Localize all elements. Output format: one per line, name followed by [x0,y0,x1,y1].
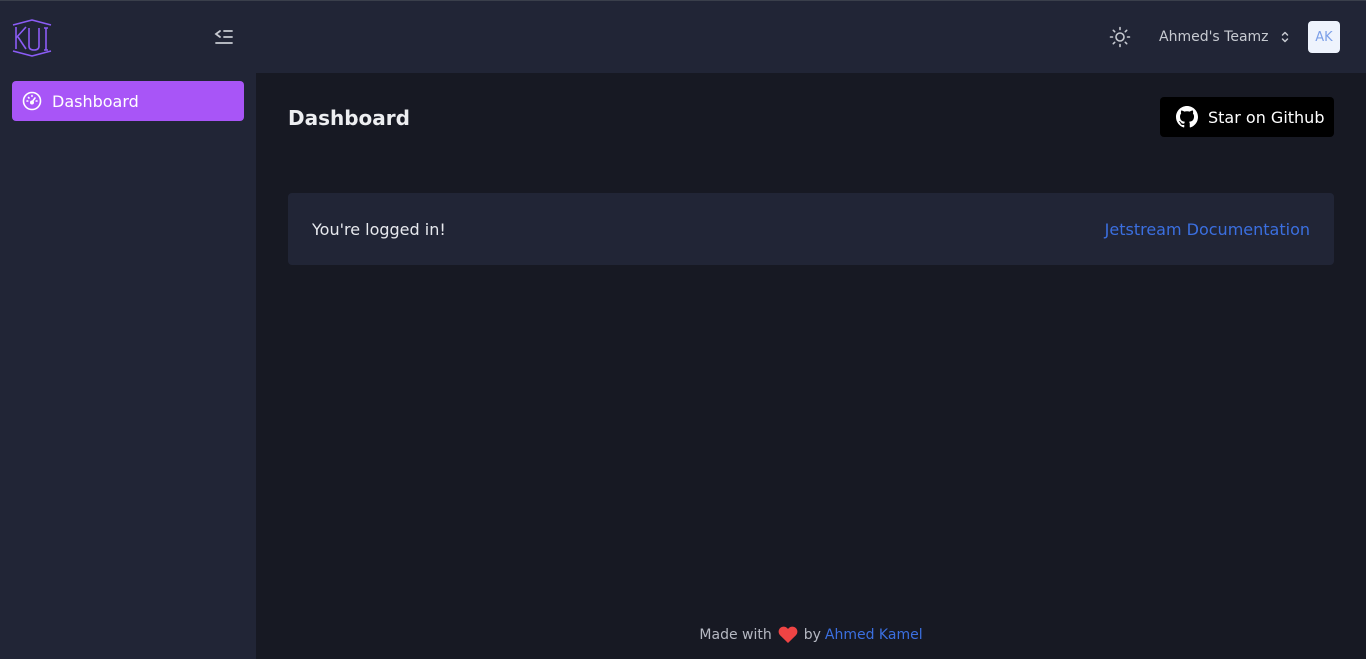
footer: Made with by Ahmed Kamel [256,623,1366,647]
welcome-card: You're logged in! Jetstream Documentatio… [288,193,1334,265]
sidebar-item-dashboard[interactable]: Dashboard [12,81,244,121]
author-link[interactable]: Ahmed Kamel [825,627,923,643]
menu-collapse-icon [214,29,234,45]
page-title: Dashboard [288,106,410,130]
topbar: Ahmed's Teamz AK [256,1,1366,73]
sidebar: Dashboard [0,1,256,659]
github-icon [1176,106,1198,128]
sidebar-item-label: Dashboard [52,91,139,111]
team-name: Ahmed's Teamz [1159,29,1269,45]
team-switcher[interactable]: Ahmed's Teamz [1159,25,1292,49]
star-on-github-button[interactable]: Star on Github [1160,97,1334,137]
github-button-label: Star on Github [1208,107,1325,127]
kui-logo[interactable] [11,19,53,57]
collapse-sidebar-button[interactable] [212,25,236,49]
heart-icon [778,626,798,644]
footer-by: by [803,627,821,643]
footer-made-with: Made with [699,627,772,643]
app-root: Dashboard Ahmed's Teamz AK Dashboard Sta… [0,0,1366,659]
theme-toggle-button[interactable] [1108,25,1132,49]
sun-icon [1109,26,1131,48]
gauge-icon [22,91,42,111]
logged-in-message: You're logged in! [312,219,446,239]
avatar[interactable]: AK [1308,21,1340,53]
jetstream-docs-link[interactable]: Jetstream Documentation [1105,220,1310,239]
chevron-up-down-icon [1278,30,1292,44]
